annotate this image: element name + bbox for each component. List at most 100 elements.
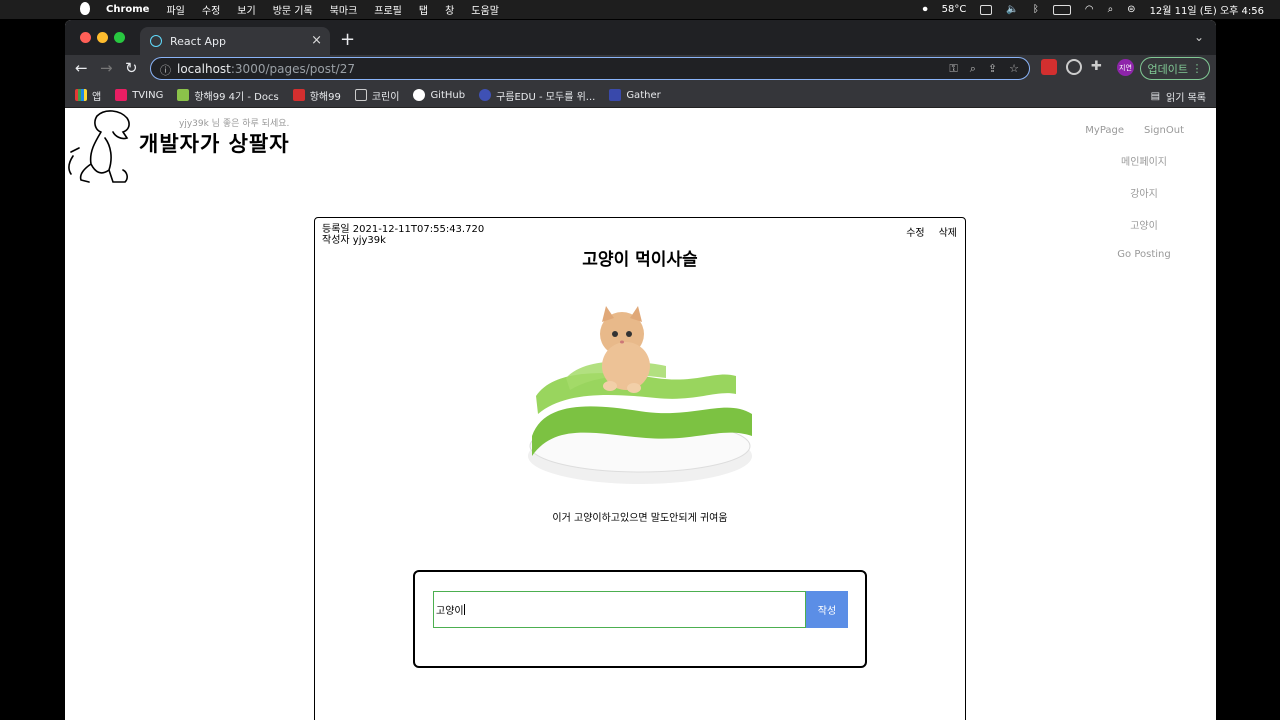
- nav-link-main[interactable]: 메인페이지: [1064, 153, 1184, 168]
- share-icon[interactable]: ⇪: [988, 62, 997, 76]
- bookmark-label: 항해99: [309, 91, 341, 103]
- menubar-item-file[interactable]: 파일: [166, 2, 184, 17]
- bookmark-label: 코린이: [371, 91, 400, 103]
- browser-tab[interactable]: React App ×: [140, 27, 330, 55]
- books-icon: [177, 89, 190, 101]
- record-icon[interactable]: ⏺: [923, 4, 928, 15]
- nav-link-posting[interactable]: Go Posting: [1064, 249, 1184, 260]
- comment-form: 고양이 작성: [413, 570, 867, 668]
- spotlight-icon[interactable]: ⌕: [1108, 4, 1114, 15]
- wifi-icon[interactable]: ◠: [1085, 4, 1094, 15]
- react-icon: [150, 35, 162, 47]
- comment-submit-button[interactable]: 작성: [806, 591, 848, 628]
- menubar-item-edit[interactable]: 수정: [202, 2, 220, 17]
- apple-icon[interactable]: [80, 2, 90, 15]
- tab-search-icon[interactable]: ⌄: [1194, 30, 1204, 44]
- menubar-item-history[interactable]: 방문 기록: [273, 2, 313, 17]
- text-cursor: [463, 604, 465, 615]
- browser-toolbar: ← → ↻ ⓘ localhost:3000/pages/post/27 ⚿ ⌕…: [65, 55, 1216, 83]
- menubar-item-profile[interactable]: 프로필: [374, 2, 402, 17]
- bookmark-hanghae[interactable]: 항해99: [292, 88, 341, 103]
- bookmark-label: TVING: [132, 89, 164, 101]
- tab-title: React App: [170, 34, 227, 48]
- dog-logo-icon[interactable]: [65, 108, 140, 186]
- comment-input[interactable]: 고양이: [433, 591, 806, 628]
- new-tab-button[interactable]: +: [340, 29, 355, 50]
- hanghae-icon: [292, 89, 305, 101]
- delete-button[interactable]: 삭제: [939, 224, 957, 239]
- bookmarks-bar: 앱 TVING 항해99 4기 - Docs 항해99 코린이 GitHub 구…: [65, 83, 1216, 108]
- bookmark-tving[interactable]: TVING: [115, 89, 163, 101]
- bookmark-star-icon[interactable]: ☆: [1009, 62, 1019, 76]
- post-title: 고양이 먹이사슬: [582, 250, 698, 270]
- menubar-datetime[interactable]: 12월 11일 (토) 오후 4:56: [1150, 2, 1264, 17]
- site-info-icon[interactable]: ⓘ: [160, 62, 171, 78]
- reading-list-icon: ▤: [1150, 91, 1161, 102]
- tab-bar: React App × + ⌄: [65, 20, 1216, 55]
- comment-input-value: 고양이: [436, 606, 464, 617]
- menubar-app-name[interactable]: Chrome: [106, 4, 149, 15]
- control-center-icon[interactable]: ⊜: [1127, 4, 1135, 15]
- reading-list-label: 읽기 목록: [1166, 93, 1206, 104]
- menubar-item-help[interactable]: 도움말: [471, 2, 499, 17]
- minimize-window-button[interactable]: [97, 32, 108, 43]
- macos-menubar: Chrome 파일 수정 보기 방문 기록 북마크 프로필 탭 창 도움말 ⏺ …: [0, 0, 1280, 19]
- bookmark-label: 앱: [92, 91, 102, 103]
- browser-window: React App × + ⌄ ← → ↻ ⓘ localhost:3000/p…: [65, 20, 1216, 720]
- menubar-item-bookmarks[interactable]: 북마크: [330, 2, 358, 17]
- folder-icon: [354, 89, 367, 101]
- close-tab-icon[interactable]: ×: [311, 33, 322, 48]
- extension-icon[interactable]: [1066, 59, 1082, 75]
- bookmark-hanghae-docs[interactable]: 항해99 4기 - Docs: [177, 88, 279, 103]
- site-logo-text[interactable]: 개발자가 상팔자: [139, 128, 290, 158]
- temperature-readout[interactable]: 58°C: [942, 4, 967, 15]
- bookmark-goorm[interactable]: 구름EDU - 모두를 위...: [479, 88, 595, 103]
- menubar-item-tab[interactable]: 탭: [419, 2, 428, 17]
- address-bar[interactable]: ⓘ localhost:3000/pages/post/27 ⚿ ⌕ ⇪ ☆: [150, 57, 1030, 80]
- post-card: 등록일 2021-12-11T07:55:43.720 작성자 yjy39k 수…: [314, 217, 966, 720]
- edit-button[interactable]: 수정: [906, 224, 924, 239]
- reading-list[interactable]: ▤ 읽기 목록: [1151, 89, 1206, 104]
- url-path: :3000/pages/post/27: [230, 61, 355, 76]
- post-image: [526, 286, 754, 486]
- display-icon[interactable]: [980, 4, 993, 15]
- bookmark-label: GitHub: [430, 89, 466, 101]
- menubar-item-view[interactable]: 보기: [237, 2, 255, 17]
- forward-icon[interactable]: →: [100, 59, 113, 77]
- volume-icon[interactable]: 🔈: [1006, 4, 1018, 15]
- bluetooth-icon[interactable]: ᛒ: [1033, 4, 1039, 15]
- update-button[interactable]: 업데이트 ⋮: [1140, 57, 1210, 80]
- post-meta: 등록일 2021-12-11T07:55:43.720 작성자 yjy39k: [322, 224, 484, 246]
- bookmark-apps[interactable]: 앱: [75, 88, 101, 103]
- bookmark-folder[interactable]: 코린이: [354, 88, 400, 103]
- post-body: 이거 고양이하고있으면 말도안되게 귀여움: [552, 513, 728, 524]
- zoom-icon[interactable]: ⌕: [970, 62, 976, 76]
- post-date: 등록일 2021-12-11T07:55:43.720: [322, 224, 485, 235]
- bookmark-label: Gather: [626, 89, 661, 101]
- signout-link[interactable]: SignOut: [1144, 125, 1184, 136]
- menubar-item-window[interactable]: 창: [445, 2, 454, 17]
- bookmark-label: 항해99 4기 - Docs: [194, 91, 279, 103]
- close-window-button[interactable]: [80, 32, 91, 43]
- nav-link-dog[interactable]: 강아지: [1064, 185, 1184, 200]
- apps-grid-icon: [75, 89, 87, 101]
- battery-icon[interactable]: [1052, 4, 1071, 15]
- profile-avatar[interactable]: 지연: [1117, 59, 1134, 76]
- tving-icon: [115, 89, 128, 101]
- url-host: localhost: [177, 61, 231, 76]
- web-page: yjy39k 님 좋은 하루 되세요. 개발자가 상팔자 MyPage Sign…: [65, 108, 1216, 720]
- bookmark-github[interactable]: GitHub: [413, 89, 465, 101]
- gather-icon: [609, 89, 622, 101]
- site-nav: MyPage SignOut 메인페이지 강아지 고양이 Go Posting: [1064, 125, 1184, 260]
- puzzle-icon[interactable]: ✚: [1091, 59, 1107, 75]
- nav-link-cat[interactable]: 고양이: [1064, 217, 1184, 232]
- post-actions: 수정 삭제: [906, 224, 957, 239]
- bookmark-gather[interactable]: Gather: [609, 89, 661, 101]
- reload-icon[interactable]: ↻: [125, 59, 138, 77]
- maximize-window-button[interactable]: [114, 32, 125, 43]
- bookmark-label: 구름EDU - 모두를 위...: [496, 91, 596, 103]
- key-icon[interactable]: ⚿: [949, 62, 957, 76]
- back-icon[interactable]: ←: [75, 59, 88, 77]
- mypage-link[interactable]: MyPage: [1085, 125, 1124, 136]
- extension-icon[interactable]: [1041, 59, 1057, 75]
